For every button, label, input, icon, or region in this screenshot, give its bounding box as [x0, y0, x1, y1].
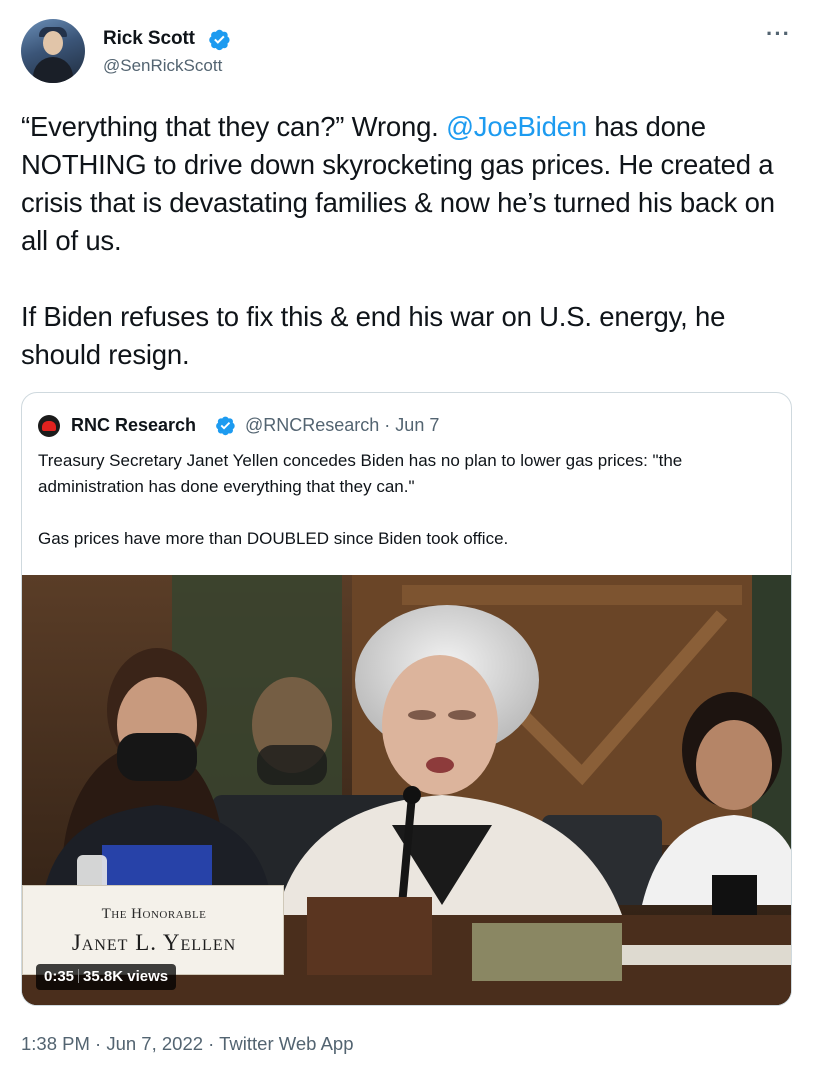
avatar-head	[43, 31, 63, 55]
ellipsis-icon[interactable]: ···	[766, 23, 791, 45]
tweet: Rick Scott @SenRickScott ··· “Everything…	[0, 0, 816, 1072]
mention-link[interactable]: @JoeBiden	[446, 111, 587, 142]
tweet-text: “Everything that they can?” Wrong. @JoeB…	[21, 108, 801, 374]
quoted-author-name[interactable]: RNC Research	[71, 415, 196, 436]
video-views: 35.8K views	[83, 968, 169, 985]
placard-line-1: The Honorable	[23, 906, 285, 923]
quoted-avatar[interactable]	[38, 415, 60, 437]
placard-line-2-text: Janet L. Yellen	[71, 930, 237, 955]
verified-badge-icon	[216, 416, 235, 436]
quoted-handle-date[interactable]: @RNCResearch · Jun 7	[245, 415, 439, 436]
tweet-paragraph-1: “Everything that they can?” Wrong. @JoeB…	[21, 108, 801, 260]
author-name[interactable]: Rick Scott	[103, 28, 195, 50]
avatar-suit	[33, 57, 73, 83]
tweet-metadata[interactable]: 1:38 PM · Jun 7, 2022 · Twitter Web App	[21, 1033, 354, 1055]
video-duration: 0:35	[44, 968, 75, 985]
video-stats-badge: 0:35 35.8K views	[36, 964, 177, 990]
quoted-text: Treasury Secretary Janet Yellen concedes…	[38, 448, 783, 552]
badge-divider	[78, 969, 80, 983]
elephant-logo-icon	[42, 421, 56, 431]
text-segment: “Everything that they can?” Wrong.	[21, 111, 447, 142]
verified-badge-icon	[209, 29, 230, 51]
placard-line-1-text: The Honorable	[101, 906, 207, 922]
name-placard: The Honorable Janet L. Yellen	[22, 885, 284, 975]
author-avatar[interactable]	[21, 19, 85, 83]
tweet-paragraph-2: If Biden refuses to fix this & end his w…	[21, 301, 726, 370]
quoted-tweet[interactable]: RNC Research @RNCResearch · Jun 7 Treasu…	[21, 392, 792, 1006]
quoted-paragraph-2: Gas prices have more than DOUBLED since …	[38, 529, 509, 548]
video-player[interactable]: The Honorable Janet L. Yellen 0:35 35.8K …	[22, 575, 791, 1005]
author-handle[interactable]: @SenRickScott	[103, 56, 222, 76]
placard-line-2: Janet L. Yellen	[23, 930, 285, 956]
quoted-paragraph-1: Treasury Secretary Janet Yellen concedes…	[38, 451, 683, 496]
